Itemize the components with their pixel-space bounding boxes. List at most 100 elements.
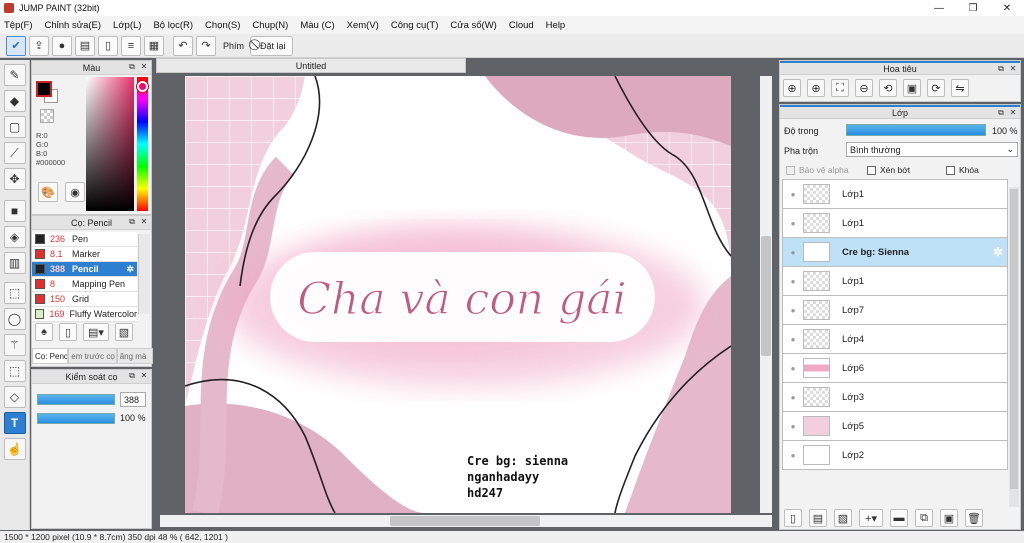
- menu-edit[interactable]: Chỉnh sửa(E): [45, 20, 102, 31]
- visibility-icon[interactable]: ●: [783, 335, 803, 344]
- close-icon[interactable]: ✕: [139, 371, 149, 381]
- bucket-tool-icon[interactable]: ◈: [3, 226, 26, 248]
- brush-item-grid[interactable]: 150 Grid: [32, 292, 137, 307]
- layer-row[interactable]: ● Lớp1: [782, 179, 1008, 209]
- undock-icon[interactable]: ⧉: [996, 64, 1006, 74]
- hue-slider[interactable]: [137, 77, 148, 211]
- layer-scroll-thumb[interactable]: [1010, 189, 1018, 489]
- hand-tool-icon[interactable]: ☝: [3, 438, 26, 460]
- fill-rect-tool-icon[interactable]: ■: [3, 200, 26, 222]
- brush-item-pencil[interactable]: 388 Pencil ✲: [32, 262, 137, 277]
- gradient-tool-icon[interactable]: ▥: [3, 252, 26, 274]
- minimize-button[interactable]: —: [922, 0, 956, 16]
- select-eraser-tool-icon[interactable]: ◇: [3, 386, 26, 408]
- list-icon[interactable]: ≡: [121, 35, 141, 56]
- layer-row[interactable]: ● Lớp6: [782, 353, 1008, 383]
- document-tab[interactable]: Untitled: [156, 58, 466, 73]
- reset-button[interactable]: ⃠ Đặt lại: [250, 35, 293, 56]
- brush-item-pen[interactable]: 236 Pen: [32, 232, 137, 247]
- layer-row[interactable]: ● Lớp2: [782, 440, 1008, 470]
- brush-menu-icon[interactable]: ▤▾: [83, 323, 109, 341]
- message-icon[interactable]: ▤: [75, 35, 95, 56]
- folder-icon[interactable]: ▬: [890, 509, 908, 527]
- tab-brush-preview[interactable]: em trước cọ: [68, 348, 117, 364]
- layer-opacity-slider[interactable]: [846, 124, 986, 136]
- menu-color[interactable]: Màu (C): [300, 20, 334, 31]
- layer-row[interactable]: ● Lớp1: [782, 208, 1008, 238]
- eraser-tool-icon[interactable]: ◆: [3, 90, 26, 112]
- menu-layer[interactable]: Lớp(L): [113, 20, 141, 31]
- new-brush-icon[interactable]: ▯: [59, 323, 77, 341]
- tab-third[interactable]: ăng mà: [116, 348, 153, 364]
- brush-size-value[interactable]: 388: [120, 392, 146, 407]
- check-icon[interactable]: ✔: [6, 35, 26, 56]
- menu-view[interactable]: Xem(V): [347, 20, 379, 31]
- merge-layer-icon[interactable]: ⧉: [915, 509, 933, 527]
- menu-filter[interactable]: Bộ lọc(R): [153, 20, 193, 31]
- zoom-in-icon[interactable]: ⊕: [807, 79, 825, 97]
- mask-icon[interactable]: ▣: [940, 509, 958, 527]
- layer-row[interactable]: ● Lớp5: [782, 411, 1008, 441]
- tab-brush[interactable]: Cọ: Penc: [32, 348, 69, 364]
- layer-copy-icon[interactable]: ▧: [834, 509, 852, 527]
- grid-check-icon[interactable]: ▦: [144, 35, 164, 56]
- vertical-scroll-thumb[interactable]: [761, 236, 771, 356]
- trash-icon[interactable]: 🗑: [965, 509, 983, 527]
- brush-delete-icon[interactable]: ▧: [115, 323, 133, 341]
- brush-item-mapping-pen[interactable]: 8 Mapping Pen: [32, 277, 137, 292]
- menu-file[interactable]: Tệp(F): [4, 20, 33, 31]
- menu-tools[interactable]: Công cụ(T): [391, 20, 439, 31]
- horizontal-scroll-thumb[interactable]: [390, 516, 540, 526]
- close-icon[interactable]: ✕: [1008, 64, 1018, 74]
- brush-item-marker[interactable]: 8.1 Marker: [32, 247, 137, 262]
- layer-row[interactable]: ● Lớp4: [782, 324, 1008, 354]
- visibility-icon[interactable]: ●: [783, 219, 803, 228]
- brush-options-icon[interactable]: ♠: [35, 323, 53, 341]
- undock-icon[interactable]: ⧉: [996, 108, 1006, 118]
- brush-tool-icon[interactable]: ✎: [3, 64, 26, 86]
- page-icon[interactable]: ▯: [98, 35, 118, 56]
- settings-gear-icon[interactable]: ✲: [126, 264, 134, 275]
- visibility-icon[interactable]: ●: [783, 364, 803, 373]
- visibility-icon[interactable]: ●: [783, 277, 803, 286]
- layer-row[interactable]: ● Lớp1: [782, 266, 1008, 296]
- magic-wand-tool-icon[interactable]: ⚚: [3, 334, 26, 356]
- rotate-left-icon[interactable]: ⟲: [879, 79, 897, 97]
- zoom-out-icon[interactable]: ⊖: [855, 79, 873, 97]
- menu-cloud[interactable]: Cloud: [509, 20, 534, 31]
- transparent-swatch[interactable]: [40, 109, 54, 123]
- comment-icon[interactable]: ●: [52, 35, 72, 56]
- fit-screen-icon[interactable]: ⛶: [831, 79, 849, 97]
- canvas-horizontal-scrollbar[interactable]: [160, 515, 772, 527]
- undo-icon[interactable]: ↶: [173, 35, 193, 56]
- export-icon[interactable]: ⇪: [29, 35, 49, 56]
- close-icon[interactable]: ✕: [1008, 108, 1018, 118]
- saturation-box[interactable]: [86, 77, 134, 211]
- move-tool-icon[interactable]: ✥: [3, 168, 26, 190]
- menu-window[interactable]: Cửa sổ(W): [450, 20, 496, 31]
- settings-gear-icon[interactable]: ✲: [993, 245, 1003, 259]
- maximize-button[interactable]: ❐: [956, 0, 990, 16]
- new-layer-icon[interactable]: ▯: [784, 509, 802, 527]
- select-rect-tool-icon[interactable]: ⬚: [3, 282, 26, 304]
- add-layer-menu-icon[interactable]: +▾: [859, 509, 883, 527]
- close-icon[interactable]: ✕: [139, 217, 149, 227]
- visibility-icon[interactable]: ●: [783, 422, 803, 431]
- visibility-icon[interactable]: ●: [783, 306, 803, 315]
- rotate-right-icon[interactable]: ⟳: [927, 79, 945, 97]
- canvas-vertical-scrollbar[interactable]: [760, 76, 772, 513]
- close-button[interactable]: ✕: [990, 0, 1024, 16]
- brush-item-fluffy-watercolor[interactable]: 169 Fluffy Watercolor: [32, 307, 137, 322]
- lasso-tool-icon[interactable]: ◯: [3, 308, 26, 330]
- hue-handle[interactable]: [137, 81, 148, 92]
- text-tool-icon[interactable]: T: [3, 412, 26, 434]
- undock-icon[interactable]: ⧉: [127, 217, 137, 227]
- undock-icon[interactable]: ⧉: [127, 371, 137, 381]
- zoom-fit-icon[interactable]: ⊕: [783, 79, 801, 97]
- blend-mode-select[interactable]: Bình thường ⌄: [846, 142, 1018, 157]
- visibility-icon[interactable]: ●: [783, 393, 803, 402]
- close-icon[interactable]: ✕: [139, 62, 149, 72]
- palette-icon[interactable]: 🎨: [38, 182, 58, 202]
- visibility-icon[interactable]: ●: [783, 248, 803, 257]
- select-pen-tool-icon[interactable]: ⬚: [3, 360, 26, 382]
